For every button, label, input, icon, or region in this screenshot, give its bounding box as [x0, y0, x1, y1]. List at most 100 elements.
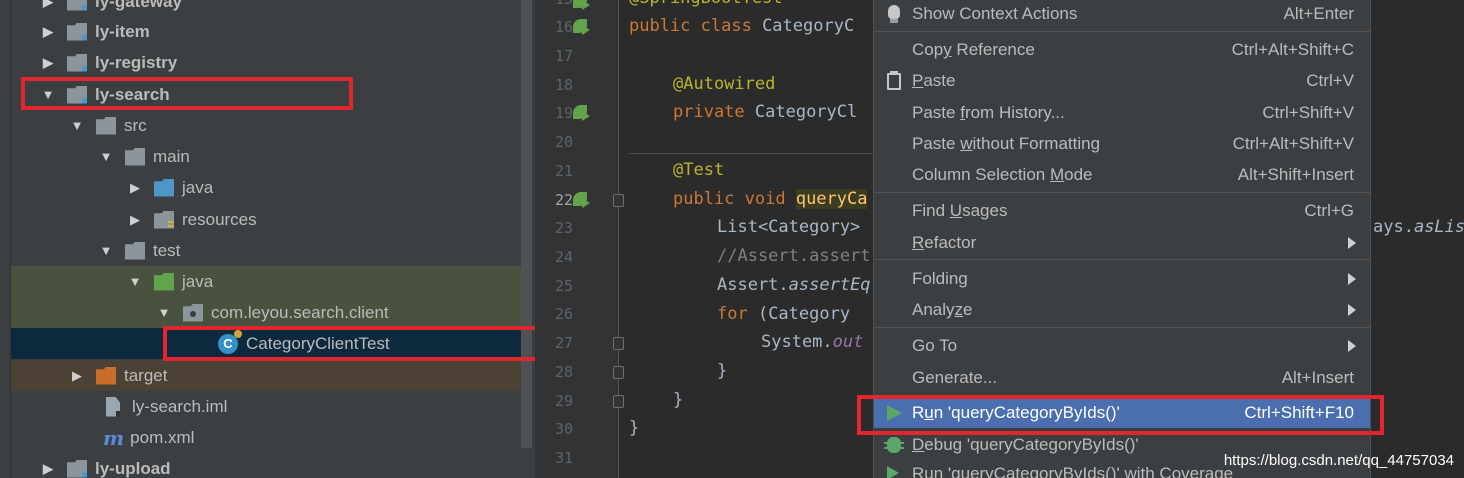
- module-folder-icon: [67, 22, 87, 41]
- collapse-arrow-icon[interactable]: ▼: [41, 87, 55, 102]
- tree-node-ly-search[interactable]: ▼ ly-search: [11, 79, 521, 110]
- menu-item-run-test[interactable]: Run 'queryCategoryByIds()' Ctrl+Shift+F1…: [874, 398, 1370, 428]
- line-number: 18: [554, 76, 573, 94]
- run-icon: [884, 403, 904, 423]
- menu-item-refactor[interactable]: Refactor: [874, 228, 1370, 258]
- line-number: 21: [554, 162, 573, 180]
- tree-node-label: java: [182, 177, 214, 197]
- menu-item-analyze[interactable]: Analyze: [874, 295, 1370, 325]
- line-number: 28: [554, 363, 573, 381]
- code-line-18: @Autowired: [673, 74, 776, 94]
- expand-arrow-icon[interactable]: ▶: [41, 55, 55, 71]
- expand-arrow-icon[interactable]: ▶: [41, 461, 55, 477]
- code-line-22: public void queryCa: [673, 189, 868, 209]
- tree-node-categoryclienttest[interactable]: C CategoryClientTest: [11, 328, 521, 359]
- menu-item-show-context-actions[interactable]: Show Context Actions Alt+Enter: [874, 0, 1370, 29]
- tree-node-resources[interactable]: ▶ resources: [11, 204, 521, 235]
- collapse-arrow-icon[interactable]: ▼: [99, 149, 113, 164]
- menu-item-copy-reference[interactable]: Copy Reference Ctrl+Alt+Shift+C: [874, 35, 1370, 65]
- expand-arrow-icon[interactable]: ▶: [41, 24, 55, 40]
- line-number: 23: [554, 219, 573, 237]
- fold-marker-icon[interactable]: [613, 337, 624, 350]
- lightbulb-icon: [884, 4, 904, 24]
- tree-node-ly-gateway[interactable]: ▶ ly-gateway: [11, 0, 521, 17]
- line-number: 20: [554, 133, 573, 151]
- run-test-gutter-icon[interactable]: [573, 192, 591, 208]
- collapse-arrow-icon[interactable]: ▼: [70, 118, 84, 133]
- tree-node-test[interactable]: ▼ test: [11, 235, 521, 266]
- menu-item-paste[interactable]: Paste Ctrl+V: [874, 66, 1370, 96]
- menu-item-paste-from-history[interactable]: Paste from History... Ctrl+Shift+V: [874, 98, 1370, 128]
- expand-arrow-icon[interactable]: ▶: [70, 368, 84, 384]
- tree-node-label: src: [124, 115, 147, 135]
- fold-marker-icon[interactable]: [613, 194, 624, 207]
- code-line-28: }: [717, 361, 728, 381]
- tree-node-label: ly-registry: [95, 52, 178, 72]
- line-number: 25: [554, 277, 573, 295]
- tree-node-test-java[interactable]: ▼ java: [11, 266, 521, 297]
- menu-item-folding[interactable]: Folding: [874, 264, 1370, 294]
- menu-separator: [874, 327, 1370, 328]
- tree-node-label: ly-gateway: [95, 0, 182, 11]
- menu-separator: [874, 395, 1370, 396]
- fold-marker-icon[interactable]: [613, 395, 624, 408]
- debug-icon: [884, 435, 904, 455]
- tree-node-target[interactable]: ▶ target: [11, 360, 521, 391]
- tree-node-label: ly-search: [95, 84, 170, 104]
- run-test-gutter-icon[interactable]: [573, 0, 591, 10]
- menu-item-find-usages[interactable]: Find Usages Ctrl+G: [874, 196, 1370, 226]
- tree-node-main-java[interactable]: ▶ java: [11, 172, 521, 203]
- tree-node-ly-upload[interactable]: ▶ ly-upload: [11, 453, 521, 478]
- tree-node-iml[interactable]: ly-search.iml: [11, 391, 521, 422]
- tool-window-strip[interactable]: [0, 0, 11, 478]
- tree-node-pom[interactable]: m pom.xml: [11, 422, 521, 453]
- tree-node-package[interactable]: ▼ com.leyou.search.client: [11, 297, 521, 328]
- menu-item-column-selection-mode[interactable]: Column Selection Mode Alt+Shift+Insert: [874, 160, 1370, 190]
- collapse-arrow-icon[interactable]: ▼: [128, 274, 142, 289]
- module-folder-icon: [67, 53, 87, 72]
- line-number: 30: [554, 420, 573, 438]
- spring-bean-gutter-icon[interactable]: [573, 105, 591, 121]
- run-test-gutter-icon[interactable]: [573, 19, 591, 35]
- collapse-arrow-icon[interactable]: ▼: [157, 305, 171, 320]
- tree-scrollbar[interactable]: [521, 0, 532, 448]
- line-number: 27: [554, 334, 573, 352]
- submenu-arrow-icon: [1348, 340, 1356, 352]
- code-line-25: Assert.assertEq: [717, 275, 871, 295]
- line-number: 31: [554, 449, 573, 467]
- code-line-19: private CategoryCl: [673, 102, 858, 122]
- tree-node-src[interactable]: ▼ src: [11, 110, 521, 141]
- collapse-arrow-icon[interactable]: ▼: [99, 243, 113, 258]
- tree-node-ly-item[interactable]: ▶ ly-item: [11, 16, 521, 47]
- tree-node-label: ly-search.iml: [132, 396, 228, 416]
- submenu-arrow-icon: [1348, 273, 1356, 285]
- source-folder-icon: [154, 178, 174, 197]
- expand-arrow-icon[interactable]: ▶: [41, 0, 55, 10]
- coverage-icon: [884, 464, 904, 478]
- code-line-23-tail: ays.asLis: [1373, 217, 1464, 237]
- line-number: 16: [554, 18, 573, 36]
- menu-item-go-to[interactable]: Go To: [874, 331, 1370, 361]
- line-number: 19: [554, 104, 573, 122]
- expand-arrow-icon[interactable]: ▶: [128, 212, 142, 228]
- code-line-16: public class CategoryC: [629, 16, 855, 36]
- tree-node-label: com.leyou.search.client: [211, 302, 389, 322]
- tree-node-main[interactable]: ▼ main: [11, 141, 521, 172]
- tree-node-label: ly-upload: [95, 458, 171, 478]
- tree-node-label: ly-item: [95, 21, 150, 41]
- menu-item-paste-without-formatting[interactable]: Paste without Formatting Ctrl+Alt+Shift+…: [874, 129, 1370, 159]
- code-line-30: }: [629, 418, 640, 438]
- menu-item-generate[interactable]: Generate... Alt+Insert: [874, 363, 1370, 393]
- fold-marker-icon[interactable]: [613, 366, 624, 379]
- tree-node-label: pom.xml: [130, 427, 195, 447]
- line-number: 24: [554, 248, 573, 266]
- code-line-23: List<Category>: [717, 217, 861, 237]
- tree-node-ly-registry[interactable]: ▶ ly-registry: [11, 47, 521, 78]
- expand-arrow-icon[interactable]: ▶: [128, 180, 142, 196]
- folder-icon: [125, 147, 145, 166]
- line-number: 15: [535, 0, 573, 8]
- tree-node-label: target: [124, 365, 168, 385]
- code-line-27: System.out: [761, 332, 864, 352]
- code-line-24: //Assert.assert: [717, 246, 871, 266]
- tree-node-label: java: [182, 271, 214, 291]
